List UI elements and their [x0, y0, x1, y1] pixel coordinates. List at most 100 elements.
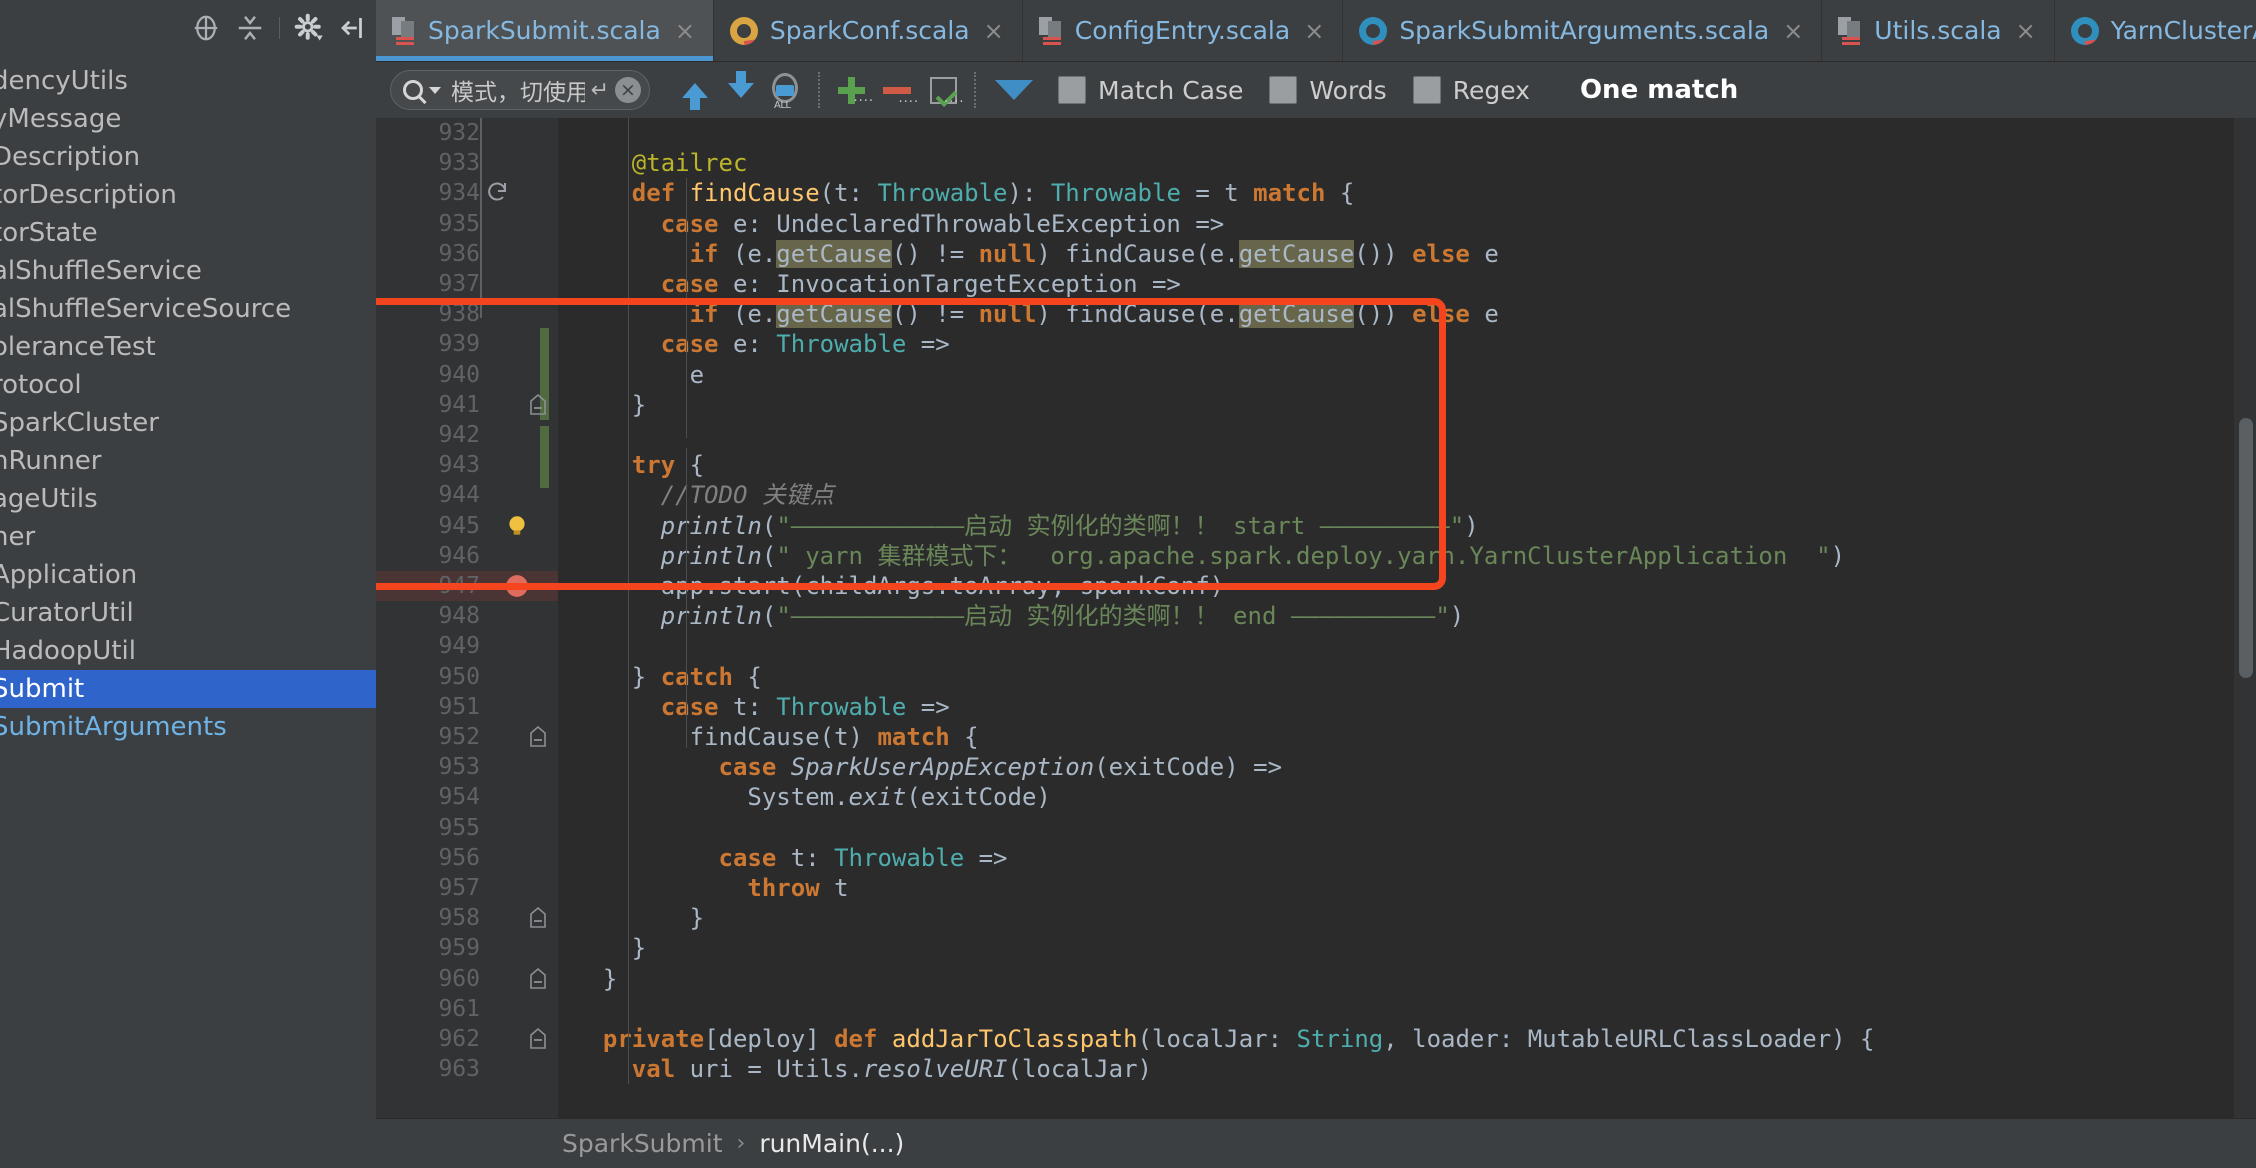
close-icon[interactable]: ×	[675, 17, 695, 45]
hide-panel-icon[interactable]	[338, 13, 368, 43]
code-line[interactable]	[558, 420, 2256, 450]
class-list[interactable]: dencyUtils yMessage Description torDescript…	[0, 56, 376, 1118]
tab-configentry-scala[interactable]: ConfigEntry.scala ×	[1023, 0, 1344, 61]
breadcrumb-item-sparksubmit[interactable]: SparkSubmit	[562, 1129, 723, 1158]
tab-utils-scala[interactable]: Utils.scala ×	[1822, 0, 2055, 61]
code-line[interactable]: case t: Throwable =>	[558, 843, 2256, 873]
code-editor[interactable]: 932 933 934 935 936 937 938 939 940 941 942 943 944 9…	[376, 118, 2256, 1118]
words-checkbox[interactable]: Words	[1269, 76, 1412, 105]
sidebar-item-olerancetest[interactable]: oleranceTest	[0, 328, 376, 366]
sidebar-item-torstate[interactable]: torState	[0, 214, 376, 252]
find-search-box[interactable]: 模式，切使用 ↵ ×	[390, 70, 650, 110]
sidebar-item-curatorutil[interactable]: CuratorUtil	[0, 594, 376, 632]
code-line[interactable]	[558, 994, 2256, 1024]
code-line[interactable]	[558, 631, 2256, 661]
find-previous-icon[interactable]	[672, 68, 718, 112]
find-next-icon[interactable]	[718, 68, 764, 112]
enter-icon[interactable]: ↵	[591, 78, 609, 103]
regex-checkbox[interactable]: Regex	[1412, 76, 1556, 105]
editor-tab-bar[interactable]: SparkSubmit.scala × SparkConf.scala × Config…	[376, 0, 2256, 62]
breadcrumb-item-runmain[interactable]: runMain(...)	[759, 1129, 904, 1158]
breadcrumb[interactable]: SparkSubmit › runMain(...)	[376, 1118, 2256, 1168]
search-input[interactable]: 模式，切使用	[447, 73, 585, 107]
sidebar-item-alshuffleservicesource[interactable]: alShuffleServiceSource	[0, 290, 376, 328]
tab-yarnclusterapplication-class[interactable]: YarnClusterApplication.class×	[2055, 0, 2256, 61]
close-icon[interactable]: ×	[1304, 17, 1324, 45]
code-line[interactable]: private[deploy] def addJarToClasspath(lo…	[558, 1024, 2256, 1054]
sidebar-item-nrunner[interactable]: nRunner	[0, 442, 376, 480]
sidebar-item-ageutils[interactable]: ageUtils	[0, 480, 376, 518]
add-icon[interactable]: ....	[828, 68, 874, 112]
code-line[interactable]: println("————————————启动 实例化的类啊！！ end ———…	[558, 601, 2256, 631]
code-line[interactable]: } catch {	[558, 662, 2256, 692]
remove-icon[interactable]: ....	[874, 68, 920, 112]
close-icon[interactable]: ×	[2016, 17, 2036, 45]
sidebar-item-dencyutils[interactable]: dencyUtils	[0, 62, 376, 100]
code-token: "————————————启动 实例化的类啊！！ end ——————————"	[776, 602, 1450, 631]
code-line[interactable]	[558, 813, 2256, 843]
code-line[interactable]: throw t	[558, 873, 2256, 903]
code-line[interactable]: //TODO 关键点	[558, 480, 2256, 510]
sidebar-item-tordescription[interactable]: torDescription	[0, 176, 376, 214]
tab-sparkconf-scala[interactable]: SparkConf.scala ×	[714, 0, 1023, 61]
locate-icon[interactable]	[191, 13, 221, 43]
code-line[interactable]: if (e.getCause() != null) findCause(e.ge…	[558, 299, 2256, 329]
scrollbar-thumb[interactable]	[2239, 418, 2253, 678]
match-case-checkbox[interactable]: Match Case	[1058, 76, 1269, 105]
code-token: ())	[1354, 239, 1413, 268]
code-line[interactable]: }	[558, 903, 2256, 933]
clear-search-icon[interactable]: ×	[615, 77, 641, 103]
close-icon[interactable]: ×	[984, 17, 1004, 45]
code-line[interactable]: app.start(childArgs.toArray, sparkConf)	[558, 571, 2256, 601]
code-line[interactable]: case e: InvocationTargetException =>	[558, 269, 2256, 299]
code-text-area[interactable]: @tailrec def findCause(t: Throwable): Th…	[558, 118, 2256, 1118]
code-line[interactable]: }	[558, 390, 2256, 420]
sidebar-item-submitarguments[interactable]: SubmitArguments	[0, 708, 376, 746]
sidebar-item-hadooputil[interactable]: HadoopUtil	[0, 632, 376, 670]
code-line[interactable]: if (e.getCause() != null) findCause(e.ge…	[558, 239, 2256, 269]
line-number: 959	[376, 933, 558, 963]
sidebar-item-application[interactable]: Application	[0, 556, 376, 594]
code-token: {	[1325, 179, 1355, 208]
code-line[interactable]: val uri = Utils.resolveURI(localJar)	[558, 1054, 2256, 1084]
code-line[interactable]: try {	[558, 450, 2256, 480]
tab-sparksubmit-scala[interactable]: SparkSubmit.scala ×	[376, 0, 714, 61]
sidebar-item-ymessage[interactable]: yMessage	[0, 100, 376, 138]
sidebar-item-alshuffleservice[interactable]: alShuffleService	[0, 252, 376, 290]
code-line[interactable]	[558, 118, 2256, 148]
checkbox-box[interactable]	[1269, 76, 1298, 104]
filter-icon[interactable]	[984, 68, 1044, 127]
collapse-all-icon[interactable]	[235, 13, 265, 43]
code-line[interactable]: case t: Throwable =>	[558, 692, 2256, 722]
code-line[interactable]: System.exit(exitCode)	[558, 782, 2256, 812]
code-line[interactable]: println("————————————启动 实例化的类啊！！ start —…	[558, 511, 2256, 541]
code-line[interactable]: def findCause(t: Throwable): Throwable =…	[558, 178, 2256, 208]
code-line[interactable]: }	[558, 933, 2256, 963]
sidebar-item-submit[interactable]: Submit	[0, 670, 376, 708]
select-icon[interactable]: ....	[920, 68, 966, 112]
code-line[interactable]: case SparkUserAppException(exitCode) =>	[558, 752, 2256, 782]
code-line[interactable]: }	[558, 964, 2256, 994]
code-line[interactable]: case e: UndeclaredThrowableException =>	[558, 209, 2256, 239]
line-number-label: 947	[438, 573, 480, 599]
code-line[interactable]: case e: Throwable =>	[558, 329, 2256, 359]
sidebar-item-rotocol[interactable]: rotocol	[0, 366, 376, 404]
close-icon[interactable]: ×	[1783, 17, 1803, 45]
checkbox-box[interactable]	[1058, 76, 1086, 104]
code-line[interactable]: findCause(t) match {	[558, 722, 2256, 752]
recursion-icon[interactable]	[486, 180, 510, 211]
select-all-occurrences-icon[interactable]: ALL	[764, 68, 810, 112]
checkbox-box[interactable]	[1412, 76, 1441, 104]
code-line[interactable]: println(" yarn 集群模式下： org.apache.spark.d…	[558, 541, 2256, 571]
code-line[interactable]: e	[558, 360, 2256, 390]
editor-vertical-scrollbar[interactable]	[2234, 118, 2256, 1118]
sidebar-item-her[interactable]: her	[0, 518, 376, 556]
code-line[interactable]: @tailrec	[558, 148, 2256, 178]
chevron-down-icon[interactable]	[429, 86, 441, 94]
sidebar-item-description[interactable]: Description	[0, 138, 376, 176]
code-token: getCause	[1238, 300, 1355, 329]
sidebar-item-sparkcluster[interactable]: SparkCluster	[0, 404, 376, 442]
tab-sparksubmitarguments-scala[interactable]: SparkSubmitArguments.scala ×	[1343, 0, 1823, 61]
gear-icon[interactable]	[294, 13, 324, 43]
